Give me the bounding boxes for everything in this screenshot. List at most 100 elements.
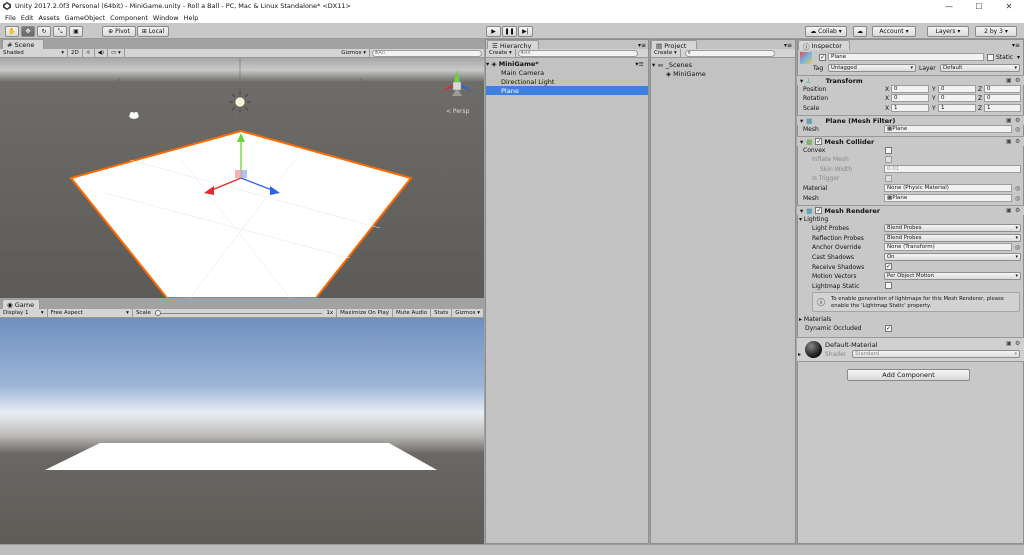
audio-toggle-icon[interactable]: ◀) [95, 49, 109, 57]
help-book-icon[interactable]: ▣ [1006, 340, 1013, 347]
lighting-toggle-icon[interactable]: ☼ [83, 49, 95, 57]
project-create-button[interactable]: Create ▾ [651, 49, 681, 57]
add-component-button[interactable]: Add Component [847, 369, 970, 381]
menu-gameobject[interactable]: GameObject [65, 14, 106, 22]
tab-scene[interactable]: # Scene [2, 39, 44, 49]
mesh-collider-enabled-checkbox[interactable]: ✓ [815, 138, 823, 145]
menu-edit[interactable]: Edit [21, 14, 34, 22]
object-picker-icon[interactable]: ◎ [1015, 185, 1022, 192]
move-tool-icon[interactable]: ✥ [21, 26, 35, 37]
light-probes-dropdown[interactable]: Blend Probes [884, 224, 1021, 232]
stats-toggle[interactable]: Stats [431, 309, 453, 317]
help-book-icon[interactable]: ▣ [1006, 117, 1013, 124]
receive-shadows-checkbox[interactable]: ✓ [885, 263, 892, 270]
effects-dropdown-icon[interactable]: ▭ ▾ [108, 49, 125, 57]
project-menu-icon[interactable]: ▾≡ [784, 42, 792, 49]
inspector-menu-icon[interactable]: ▾≡ [1012, 42, 1020, 49]
mesh-collider-header[interactable]: ▾ ▦ ✓ Mesh Collider [797, 136, 1024, 146]
rotation-z-field[interactable]: 0 [984, 94, 1021, 102]
play-button[interactable]: ▶ [486, 26, 501, 37]
position-x-field[interactable]: 0 [891, 85, 929, 93]
game-gizmos-dropdown[interactable]: Gizmos ▾ [452, 309, 484, 317]
step-button[interactable]: ▶| [518, 26, 533, 37]
hierarchy-scene-row[interactable]: ▾ ◈ MiniGame* ▾≡ [486, 59, 648, 68]
minimize-button[interactable]: — [934, 2, 964, 11]
static-dropdown-icon[interactable]: ▾ [1017, 54, 1020, 61]
mesh-filter-mesh-field[interactable]: ▦ Plane [884, 125, 1012, 133]
component-gear-icon[interactable]: ⚙ [1015, 207, 1022, 214]
rotate-tool-icon[interactable]: ↻ [37, 26, 51, 37]
scale-slider[interactable]: Scale 1x [133, 309, 338, 317]
scale-x-field[interactable]: 1 [891, 104, 929, 112]
mute-audio-toggle[interactable]: Mute Audio [393, 309, 432, 317]
scale-thumb[interactable] [154, 309, 161, 316]
material-section[interactable]: ▸ Default-Material Shader Standard ▣ ⚙ [797, 337, 1024, 362]
motion-vectors-dropdown[interactable]: Per Object Motion [884, 272, 1021, 280]
pause-button[interactable]: ❚❚ [502, 26, 517, 37]
collab-button[interactable]: ☁ Collab ▾ [805, 26, 847, 37]
object-name-input[interactable]: Plane [828, 53, 984, 61]
hierarchy-item-plane[interactable]: Plane [486, 86, 648, 95]
hand-tool-icon[interactable]: ✋ [5, 26, 19, 37]
scale-z-field[interactable]: 1 [984, 104, 1021, 112]
component-gear-icon[interactable]: ⚙ [1015, 117, 1022, 124]
reflection-probes-dropdown[interactable]: Blend Probes [884, 234, 1021, 242]
tag-dropdown[interactable]: Untagged [828, 64, 916, 72]
hierarchy-search-input[interactable]: ⌕ All [517, 49, 638, 57]
display-dropdown[interactable]: Display 1 ▾ [0, 309, 48, 317]
menu-component[interactable]: Component [110, 14, 148, 22]
scale-tool-icon[interactable]: ⤡ [53, 26, 67, 37]
mesh-filter-header[interactable]: ▾ ▦ Plane (Mesh Filter) [797, 115, 1024, 125]
help-book-icon[interactable]: ▣ [1006, 207, 1013, 214]
help-book-icon[interactable]: ▣ [1006, 138, 1013, 145]
hierarchy-item-directional-light[interactable]: Directional Light [486, 77, 648, 86]
menu-file[interactable]: File [5, 14, 16, 22]
object-picker-icon[interactable]: ◎ [1015, 195, 1022, 202]
lightmap-static-checkbox[interactable] [885, 282, 892, 289]
close-button[interactable]: ✕ [994, 2, 1024, 11]
material-foldout-icon[interactable]: ▸ [798, 351, 801, 358]
game-viewport[interactable] [0, 318, 484, 544]
project-scene-row[interactable]: ◈ MiniGame [652, 69, 792, 78]
component-gear-icon[interactable]: ⚙ [1015, 77, 1022, 84]
rotation-y-field[interactable]: 0 [938, 94, 976, 102]
mode-2d-toggle[interactable]: 2D [68, 49, 83, 57]
camera-icon[interactable] [128, 112, 140, 120]
help-book-icon[interactable]: ▣ [1006, 77, 1013, 84]
anchor-override-field[interactable]: None (Transform) [884, 243, 1012, 251]
transform-header[interactable]: ▾ ⟂ Transform [797, 75, 1024, 85]
collider-material-field[interactable]: None (Physic Material) [884, 184, 1012, 192]
directional-light-icon[interactable] [229, 91, 251, 113]
hierarchy-item-main-camera[interactable]: Main Camera [486, 68, 648, 77]
maximize-on-play-toggle[interactable]: Maximize On Play [337, 309, 394, 317]
cast-shadows-dropdown[interactable]: On [884, 253, 1021, 261]
position-z-field[interactable]: 0 [984, 85, 1021, 93]
scene-search-input[interactable]: ⌕ All [372, 49, 482, 57]
project-folder-row[interactable]: ▾ ▬ _Scenes [652, 60, 792, 69]
component-gear-icon[interactable]: ⚙ [1015, 138, 1022, 145]
shader-dropdown[interactable]: Standard [852, 350, 1020, 358]
mesh-renderer-header[interactable]: ▾ ▦ ✓ Mesh Renderer [797, 205, 1024, 215]
local-toggle[interactable]: ⊞ Local [137, 26, 169, 37]
menu-window[interactable]: Window [153, 14, 179, 22]
layout-dropdown[interactable]: 2 by 3 ▾ [975, 26, 1017, 37]
scale-y-field[interactable]: 1 [938, 104, 976, 112]
pivot-toggle[interactable]: ⊕ Pivot [102, 26, 136, 37]
active-checkbox[interactable]: ✓ [819, 54, 826, 61]
scale-track[interactable] [154, 309, 323, 316]
lighting-foldout[interactable]: ▾ Lighting [799, 216, 828, 223]
hierarchy-menu-icon[interactable]: ▾≡ [638, 42, 646, 49]
object-picker-icon[interactable]: ◎ [1015, 244, 1022, 251]
tab-inspector[interactable]: ⓘ Inspector [798, 40, 850, 51]
menu-assets[interactable]: Assets [38, 14, 59, 22]
rect-tool-icon[interactable]: ▣ [69, 26, 83, 37]
mesh-renderer-enabled-checkbox[interactable]: ✓ [815, 207, 823, 214]
convex-checkbox[interactable] [885, 147, 892, 154]
tab-game[interactable]: ◉ Game [2, 299, 40, 309]
scene-viewport[interactable]: < Persp [0, 58, 484, 298]
project-search-input[interactable]: ⌕ [684, 49, 775, 57]
perspective-label[interactable]: < Persp [446, 108, 469, 115]
collider-mesh-field[interactable]: ▦ Plane [884, 194, 1012, 202]
layer-dropdown[interactable]: Default [940, 64, 1020, 72]
object-picker-icon[interactable]: ◎ [1015, 126, 1022, 133]
